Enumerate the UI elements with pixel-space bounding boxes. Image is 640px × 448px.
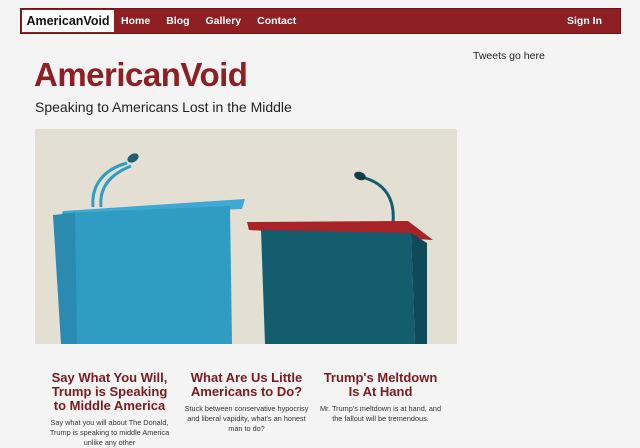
nav-blog[interactable]: Blog xyxy=(166,15,189,27)
right-podium-body xyxy=(261,230,415,344)
site-tagline: Speaking to Americans Lost in the Middle xyxy=(35,99,292,115)
nav-home[interactable]: Home xyxy=(121,15,150,27)
article-card-2: What Are Us Little Americans to Do? Stuc… xyxy=(184,371,309,434)
left-podium-body xyxy=(63,206,232,344)
article-card-1: Say What You Will, Trump is Speaking to … xyxy=(47,371,172,448)
brand-link[interactable]: AmericanVoid xyxy=(22,10,114,32)
nav-contact[interactable]: Contact xyxy=(257,15,296,27)
nav-gallery[interactable]: Gallery xyxy=(206,15,242,27)
podiums-illustration xyxy=(35,129,457,344)
article-excerpt: Stuck between conservative hypocrisy and… xyxy=(184,404,309,433)
sign-in-link[interactable]: Sign In xyxy=(567,9,602,33)
article-title[interactable]: Say What You Will, Trump is Speaking to … xyxy=(47,371,172,413)
nav-links: Home Blog Gallery Contact xyxy=(121,9,312,33)
article-title[interactable]: Trump's Meltdown Is At Hand xyxy=(318,371,443,399)
hero-image xyxy=(35,129,457,344)
article-excerpt: Mr. Trump's meltdown is at hand, and the… xyxy=(319,404,442,423)
article-card-3: Trump's Meltdown Is At Hand Mr. Trump's … xyxy=(318,371,443,424)
article-title[interactable]: What Are Us Little Americans to Do? xyxy=(184,371,309,399)
top-navbar: AmericanVoid Home Blog Gallery Contact S… xyxy=(20,8,621,34)
site-title: AmericanVoid xyxy=(34,56,248,93)
tweets-placeholder: Tweets go here xyxy=(473,50,545,62)
